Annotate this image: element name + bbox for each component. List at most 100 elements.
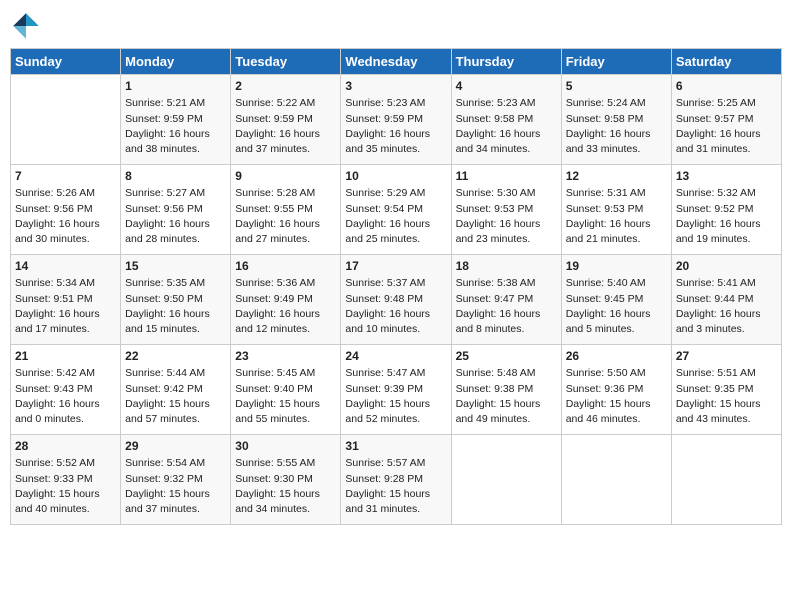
day-number: 15 bbox=[125, 258, 226, 275]
day-info: Sunset: 9:59 PM bbox=[345, 112, 446, 127]
day-info: Sunset: 9:32 PM bbox=[125, 472, 226, 487]
day-info: Daylight: 15 hours bbox=[125, 397, 226, 412]
day-info: Sunset: 9:45 PM bbox=[566, 292, 667, 307]
day-info: and 37 minutes. bbox=[235, 142, 336, 157]
day-number: 13 bbox=[676, 168, 777, 185]
day-info: Sunset: 9:49 PM bbox=[235, 292, 336, 307]
calendar-cell: 15Sunrise: 5:35 AMSunset: 9:50 PMDayligh… bbox=[121, 255, 231, 345]
day-info: Sunrise: 5:28 AM bbox=[235, 186, 336, 201]
day-info: Sunrise: 5:32 AM bbox=[676, 186, 777, 201]
day-header-saturday: Saturday bbox=[671, 49, 781, 75]
day-info: and 35 minutes. bbox=[345, 142, 446, 157]
day-headers-row: SundayMondayTuesdayWednesdayThursdayFrid… bbox=[11, 49, 782, 75]
week-row-4: 21Sunrise: 5:42 AMSunset: 9:43 PMDayligh… bbox=[11, 345, 782, 435]
day-info: Sunset: 9:42 PM bbox=[125, 382, 226, 397]
day-info: Sunrise: 5:35 AM bbox=[125, 276, 226, 291]
day-info: Sunrise: 5:40 AM bbox=[566, 276, 667, 291]
day-info: Sunset: 9:58 PM bbox=[566, 112, 667, 127]
day-info: and 12 minutes. bbox=[235, 322, 336, 337]
day-info: Sunset: 9:55 PM bbox=[235, 202, 336, 217]
calendar-cell: 23Sunrise: 5:45 AMSunset: 9:40 PMDayligh… bbox=[231, 345, 341, 435]
logo-icon bbox=[10, 10, 42, 42]
calendar-cell: 2Sunrise: 5:22 AMSunset: 9:59 PMDaylight… bbox=[231, 75, 341, 165]
day-info: Sunset: 9:50 PM bbox=[125, 292, 226, 307]
day-info: Sunrise: 5:22 AM bbox=[235, 96, 336, 111]
day-info: and 3 minutes. bbox=[676, 322, 777, 337]
day-info: Daylight: 16 hours bbox=[456, 217, 557, 232]
calendar-cell: 17Sunrise: 5:37 AMSunset: 9:48 PMDayligh… bbox=[341, 255, 451, 345]
day-number: 20 bbox=[676, 258, 777, 275]
day-info: and 34 minutes. bbox=[235, 502, 336, 517]
day-info: Daylight: 16 hours bbox=[676, 217, 777, 232]
day-info: Sunset: 9:40 PM bbox=[235, 382, 336, 397]
day-info: Sunrise: 5:23 AM bbox=[345, 96, 446, 111]
day-info: and 37 minutes. bbox=[125, 502, 226, 517]
day-info: Daylight: 16 hours bbox=[456, 307, 557, 322]
day-info: Daylight: 16 hours bbox=[235, 307, 336, 322]
calendar-cell: 11Sunrise: 5:30 AMSunset: 9:53 PMDayligh… bbox=[451, 165, 561, 255]
day-number: 17 bbox=[345, 258, 446, 275]
calendar-cell: 3Sunrise: 5:23 AMSunset: 9:59 PMDaylight… bbox=[341, 75, 451, 165]
calendar-cell: 12Sunrise: 5:31 AMSunset: 9:53 PMDayligh… bbox=[561, 165, 671, 255]
day-info: Daylight: 15 hours bbox=[235, 487, 336, 502]
day-info: Sunrise: 5:41 AM bbox=[676, 276, 777, 291]
calendar-cell: 25Sunrise: 5:48 AMSunset: 9:38 PMDayligh… bbox=[451, 345, 561, 435]
logo bbox=[10, 10, 46, 42]
day-info: Daylight: 16 hours bbox=[566, 217, 667, 232]
day-info: and 5 minutes. bbox=[566, 322, 667, 337]
day-number: 16 bbox=[235, 258, 336, 275]
day-info: and 25 minutes. bbox=[345, 232, 446, 247]
day-info: Sunset: 9:30 PM bbox=[235, 472, 336, 487]
day-info: Sunrise: 5:51 AM bbox=[676, 366, 777, 381]
day-info: Sunset: 9:44 PM bbox=[676, 292, 777, 307]
day-number: 6 bbox=[676, 78, 777, 95]
day-info: Sunset: 9:59 PM bbox=[125, 112, 226, 127]
day-info: Sunset: 9:57 PM bbox=[676, 112, 777, 127]
calendar-cell: 24Sunrise: 5:47 AMSunset: 9:39 PMDayligh… bbox=[341, 345, 451, 435]
calendar-cell: 22Sunrise: 5:44 AMSunset: 9:42 PMDayligh… bbox=[121, 345, 231, 435]
day-info: Sunset: 9:53 PM bbox=[456, 202, 557, 217]
day-info: Daylight: 16 hours bbox=[345, 217, 446, 232]
day-number: 25 bbox=[456, 348, 557, 365]
calendar-cell: 1Sunrise: 5:21 AMSunset: 9:59 PMDaylight… bbox=[121, 75, 231, 165]
day-info: and 21 minutes. bbox=[566, 232, 667, 247]
day-info: Daylight: 15 hours bbox=[345, 397, 446, 412]
day-info: and 33 minutes. bbox=[566, 142, 667, 157]
day-info: Sunrise: 5:47 AM bbox=[345, 366, 446, 381]
day-info: and 31 minutes. bbox=[345, 502, 446, 517]
day-info: Daylight: 16 hours bbox=[235, 127, 336, 142]
day-info: Sunrise: 5:42 AM bbox=[15, 366, 116, 381]
day-info: and 40 minutes. bbox=[15, 502, 116, 517]
day-info: Sunset: 9:28 PM bbox=[345, 472, 446, 487]
day-info: Sunset: 9:53 PM bbox=[566, 202, 667, 217]
day-number: 22 bbox=[125, 348, 226, 365]
calendar-cell: 20Sunrise: 5:41 AMSunset: 9:44 PMDayligh… bbox=[671, 255, 781, 345]
day-number: 23 bbox=[235, 348, 336, 365]
calendar-cell: 8Sunrise: 5:27 AMSunset: 9:56 PMDaylight… bbox=[121, 165, 231, 255]
day-info: Daylight: 15 hours bbox=[345, 487, 446, 502]
day-number: 2 bbox=[235, 78, 336, 95]
day-info: and 19 minutes. bbox=[676, 232, 777, 247]
day-number: 7 bbox=[15, 168, 116, 185]
day-info: and 34 minutes. bbox=[456, 142, 557, 157]
day-number: 11 bbox=[456, 168, 557, 185]
day-info: Daylight: 16 hours bbox=[566, 307, 667, 322]
calendar-cell: 30Sunrise: 5:55 AMSunset: 9:30 PMDayligh… bbox=[231, 435, 341, 525]
calendar-cell: 31Sunrise: 5:57 AMSunset: 9:28 PMDayligh… bbox=[341, 435, 451, 525]
day-info: Daylight: 16 hours bbox=[15, 307, 116, 322]
calendar-cell: 6Sunrise: 5:25 AMSunset: 9:57 PMDaylight… bbox=[671, 75, 781, 165]
day-info: Sunrise: 5:23 AM bbox=[456, 96, 557, 111]
day-info: and 55 minutes. bbox=[235, 412, 336, 427]
day-info: Sunset: 9:47 PM bbox=[456, 292, 557, 307]
calendar-cell bbox=[451, 435, 561, 525]
day-info: and 23 minutes. bbox=[456, 232, 557, 247]
week-row-1: 1Sunrise: 5:21 AMSunset: 9:59 PMDaylight… bbox=[11, 75, 782, 165]
day-info: and 27 minutes. bbox=[235, 232, 336, 247]
day-info: Sunrise: 5:44 AM bbox=[125, 366, 226, 381]
calendar-cell: 26Sunrise: 5:50 AMSunset: 9:36 PMDayligh… bbox=[561, 345, 671, 435]
calendar-cell: 10Sunrise: 5:29 AMSunset: 9:54 PMDayligh… bbox=[341, 165, 451, 255]
day-number: 28 bbox=[15, 438, 116, 455]
day-info: and 10 minutes. bbox=[345, 322, 446, 337]
day-header-friday: Friday bbox=[561, 49, 671, 75]
day-info: and 31 minutes. bbox=[676, 142, 777, 157]
